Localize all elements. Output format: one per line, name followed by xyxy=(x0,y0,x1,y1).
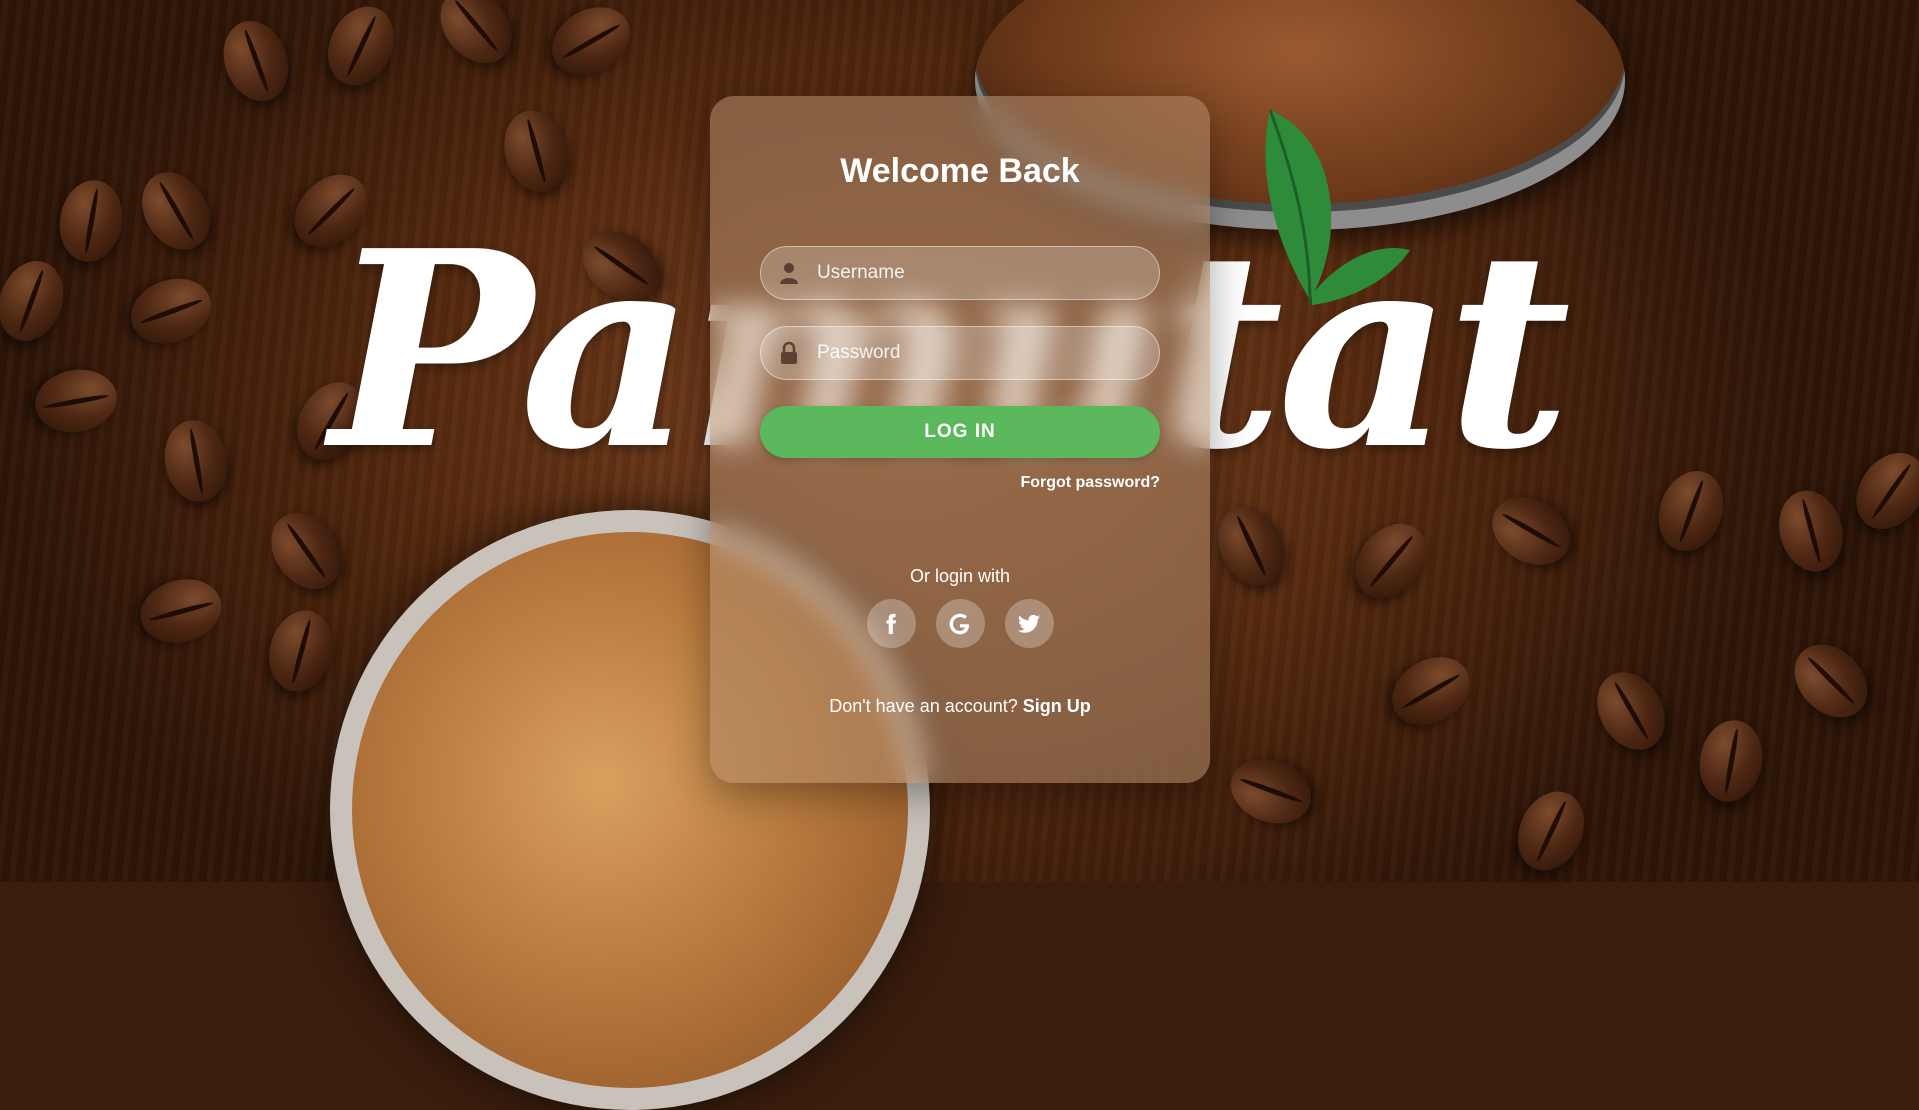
signup-prompt-text: Don't have an account? xyxy=(829,696,1018,716)
signup-prompt: Don't have an account? Sign Up xyxy=(710,696,1210,717)
twitter-icon xyxy=(1018,614,1040,633)
lock-icon xyxy=(781,341,797,364)
password-field[interactable] xyxy=(760,326,1160,380)
user-icon xyxy=(780,263,798,284)
facebook-icon xyxy=(886,613,897,634)
login-card: Welcome Back LOG IN Forgot password? Or … xyxy=(710,96,1210,783)
google-login-button[interactable] xyxy=(935,599,985,648)
forgot-password-link[interactable]: Forgot password? xyxy=(1020,474,1160,492)
or-login-with-text: Or login with xyxy=(909,566,1011,586)
signup-link[interactable]: Sign Up xyxy=(1023,696,1091,716)
leaf-icon xyxy=(1265,109,1410,306)
login-button[interactable]: LOG IN xyxy=(760,406,1160,458)
username-input[interactable] xyxy=(815,246,1159,300)
social-login-group xyxy=(710,599,1210,648)
google-icon xyxy=(949,613,969,634)
facebook-login-button[interactable] xyxy=(866,599,916,648)
username-field[interactable] xyxy=(760,246,1160,300)
twitter-login-button[interactable] xyxy=(1004,599,1054,648)
password-input[interactable] xyxy=(815,326,1159,380)
page-title: Welcome Back xyxy=(840,152,1080,190)
